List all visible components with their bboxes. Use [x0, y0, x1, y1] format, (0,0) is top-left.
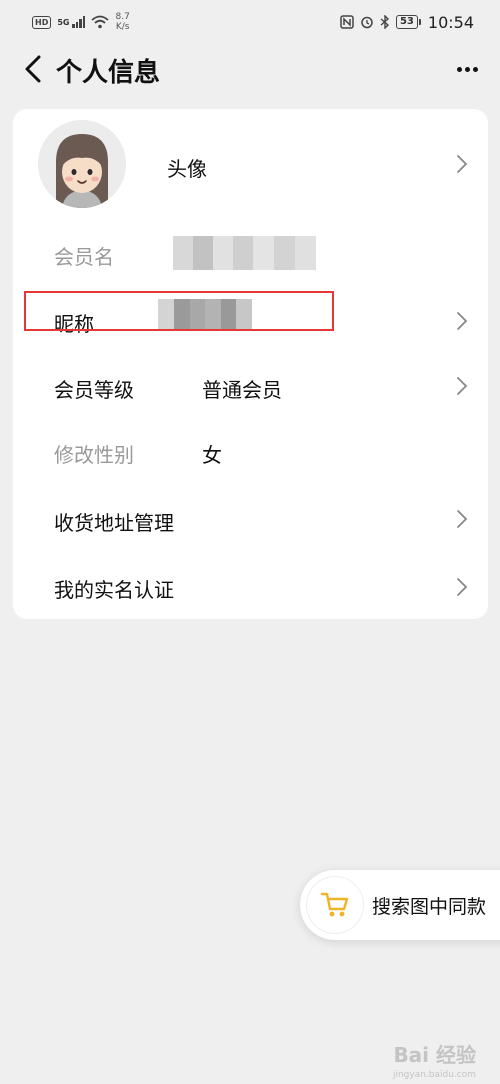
network-speed: 8.7 K/s — [115, 12, 129, 32]
hd-icon: HD — [32, 15, 52, 29]
chevron-right-icon — [457, 510, 468, 528]
page-title: 个人信息 — [56, 58, 161, 88]
gender-label: 修改性别 — [54, 443, 134, 467]
chevron-right-icon — [457, 377, 468, 395]
member-level-label: 会员等级 — [54, 378, 134, 402]
speed-unit: K/s — [115, 22, 130, 32]
chevron-left-icon — [25, 55, 41, 83]
row-realname[interactable]: 我的实名认证 — [13, 553, 488, 619]
nickname-value-blurred — [158, 299, 252, 329]
gender-value: 女 — [202, 443, 222, 467]
row-address[interactable]: 收货地址管理 — [13, 487, 488, 553]
status-bar: HD 5G 8.7 K/s 53 10:54 — [0, 0, 500, 44]
avatar-image — [38, 120, 126, 208]
baidu-jingyan-watermark: Bai 经验 jingyan.baidu.com — [393, 1039, 476, 1080]
member-name-label: 会员名 — [54, 245, 114, 269]
row-member-level[interactable]: 会员等级 普通会员 — [13, 353, 488, 419]
network-type: 5G — [57, 17, 70, 27]
member-level-value: 普通会员 — [202, 378, 282, 402]
search-same-item-button[interactable]: 搜索图中同款 — [300, 870, 500, 940]
realname-label: 我的实名认证 — [54, 578, 174, 602]
avatar-label: 头像 — [167, 157, 207, 181]
battery-icon: 53 — [395, 15, 421, 29]
bluetooth-icon — [380, 15, 389, 29]
chevron-right-icon — [457, 578, 468, 596]
cart-icon — [320, 892, 349, 917]
clock: 10:54 — [427, 12, 474, 32]
signal-icon — [72, 16, 86, 28]
address-label: 收货地址管理 — [54, 511, 174, 535]
chevron-right-icon — [457, 312, 468, 330]
title-bar: 个人信息 — [0, 44, 500, 94]
profile-card: 头像 会员名 昵称 会员等级 普通会员 修改性别 女 收货地址管理 我的实名认证 — [13, 109, 488, 619]
search-same-item-label: 搜索图中同款 — [372, 896, 487, 918]
alarm-icon — [361, 16, 373, 29]
nfc-icon — [340, 15, 354, 29]
back-button[interactable] — [18, 54, 48, 84]
member-name-value-blurred — [173, 236, 316, 270]
row-nickname[interactable]: 昵称 — [13, 289, 488, 353]
nickname-label: 昵称 — [54, 312, 94, 336]
more-dots-icon — [456, 66, 462, 72]
speed-value: 8.7 — [115, 12, 130, 22]
wifi-icon — [91, 15, 110, 29]
row-member-name: 会员名 — [13, 219, 488, 289]
status-bar-left: HD 5G 8.7 K/s — [32, 12, 130, 32]
avatar — [38, 120, 126, 208]
status-bar-right: 53 10:54 — [340, 13, 474, 32]
row-avatar[interactable]: 头像 — [13, 109, 488, 219]
more-button[interactable] — [452, 54, 482, 84]
cart-icon-wrapper — [306, 876, 364, 934]
watermark-text: Bai 经验 — [393, 1043, 476, 1067]
watermark-sub: jingyan.baidu.com — [392, 1070, 476, 1080]
row-gender: 修改性别 女 — [13, 419, 488, 487]
chevron-right-icon — [457, 155, 468, 173]
